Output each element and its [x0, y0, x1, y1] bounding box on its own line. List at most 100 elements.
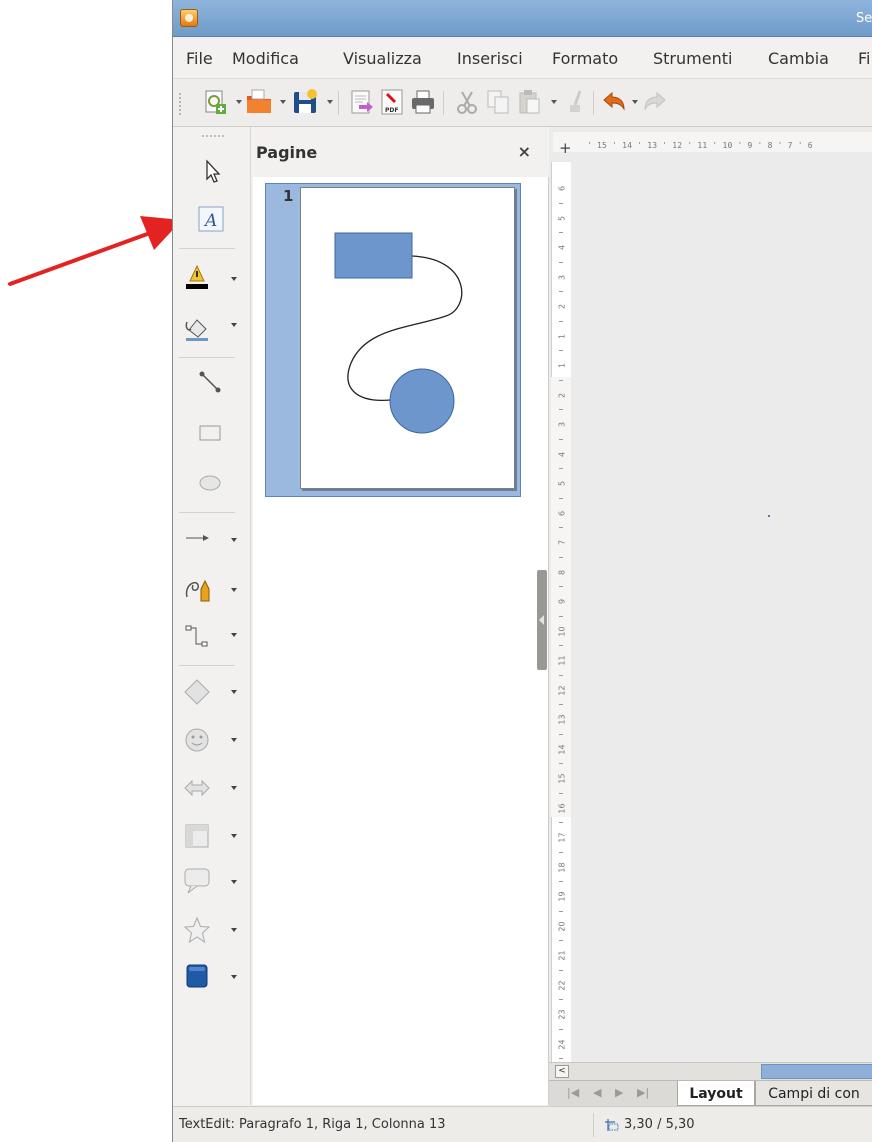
scrollbar-thumb[interactable] [761, 1064, 872, 1079]
page-preview [300, 187, 515, 489]
flowchart-dropdown[interactable] [231, 834, 237, 838]
status-bar: TextEdit: Paragrafo 1, Riga 1, Colonna 1… [173, 1106, 872, 1142]
line-color-dropdown[interactable] [231, 277, 237, 281]
block-arrows-dropdown[interactable] [231, 786, 237, 790]
window-title: Se [856, 11, 872, 26]
vertical-ruler-tick [559, 704, 563, 706]
vertical-ruler-number: 15 [557, 773, 567, 784]
vertical-ruler-tick [559, 320, 563, 322]
basic-shapes-dropdown[interactable] [231, 690, 237, 694]
curve-tool-icon[interactable] [182, 573, 212, 603]
tab-layout[interactable]: Layout [677, 1081, 755, 1106]
drawing-separator [179, 665, 235, 666]
rectangle-shape [334, 232, 413, 279]
vertical-ruler-tick [559, 763, 563, 765]
text-cursor [768, 515, 770, 517]
clone-formatting-icon[interactable] [561, 87, 589, 117]
copy-icon[interactable] [484, 87, 512, 117]
scroll-left-button[interactable]: < [555, 1065, 569, 1078]
vertical-ruler-number: 3 [557, 421, 567, 428]
vertical-ruler-tick [559, 379, 563, 381]
pages-pane-close-button[interactable]: × [518, 142, 531, 161]
vertical-ruler-tick [559, 910, 563, 912]
basic-shapes-icon[interactable] [182, 677, 212, 707]
drawing-separator [179, 248, 235, 249]
prev-tab-button[interactable]: ◀ [593, 1086, 601, 1099]
connector-tool-icon[interactable] [182, 621, 212, 651]
pane-splitter-handle[interactable] [537, 570, 547, 670]
line-tool-icon[interactable] [195, 367, 225, 397]
3d-objects-icon[interactable] [182, 961, 212, 991]
open-folder-icon[interactable] [245, 87, 273, 117]
save-icon[interactable] [291, 87, 319, 117]
menu-file[interactable]: File [186, 49, 213, 68]
new-dropdown-arrow[interactable] [236, 100, 242, 104]
next-tab-button[interactable]: ▶ [615, 1086, 623, 1099]
drawing-separator [179, 512, 235, 513]
select-pointer-icon[interactable] [197, 157, 227, 187]
toolbar-grip[interactable] [179, 93, 182, 115]
menu-finestra[interactable]: Fi [858, 49, 870, 68]
symbol-shapes-icon[interactable] [182, 725, 212, 755]
cut-icon[interactable] [453, 87, 481, 117]
vertical-ruler-number: 22 [557, 979, 567, 991]
undo-icon[interactable] [600, 87, 628, 117]
vertical-ruler-number: 6 [557, 185, 567, 192]
flowchart-icon[interactable] [182, 821, 212, 851]
menu-visualizza[interactable]: Visualizza [343, 49, 422, 68]
print-icon[interactable] [409, 87, 437, 117]
vertical-ruler-tick [559, 409, 563, 411]
edit-file-icon[interactable] [347, 87, 375, 117]
line-color-icon[interactable] [182, 261, 212, 291]
redo-icon[interactable] [641, 87, 669, 117]
drawing-toolbar: A [173, 127, 251, 1105]
last-tab-button[interactable]: ▶| [637, 1086, 649, 1099]
menu-formato[interactable]: Formato [552, 49, 618, 68]
app-icon [180, 9, 198, 27]
stars-dropdown[interactable] [231, 928, 237, 932]
page-thumbnail[interactable]: 1 [265, 183, 521, 497]
vertical-ruler-number: 20 [557, 920, 567, 932]
fill-color-icon[interactable] [182, 313, 212, 343]
impress-window: Se File Modifica Visualizza Inserisci Fo… [172, 0, 872, 1142]
3d-objects-dropdown[interactable] [231, 975, 237, 979]
vertical-ruler-tick [559, 1058, 563, 1060]
vertical-ruler-number: 7 [557, 539, 567, 546]
text-tool-glyph: A [198, 206, 224, 232]
callouts-icon[interactable] [182, 865, 212, 895]
new-document-icon[interactable] [201, 87, 229, 117]
arrow-line-icon[interactable] [182, 523, 212, 553]
vertical-ruler-tick [559, 202, 563, 204]
curve-dropdown[interactable] [231, 588, 237, 592]
arrow-line-dropdown[interactable] [231, 538, 237, 542]
undo-dropdown-arrow[interactable] [632, 100, 638, 104]
paste-dropdown-arrow[interactable] [551, 100, 557, 104]
drawing-toolbar-grip[interactable] [202, 135, 224, 138]
block-arrows-icon[interactable] [182, 773, 212, 803]
paste-icon[interactable] [515, 87, 543, 117]
symbol-shapes-dropdown[interactable] [231, 738, 237, 742]
rectangle-tool-icon[interactable] [195, 417, 225, 447]
first-tab-button[interactable]: |◀ [567, 1086, 579, 1099]
callouts-dropdown[interactable] [231, 880, 237, 884]
vertical-ruler-number: 2 [557, 392, 567, 398]
menu-inserisci[interactable]: Inserisci [457, 49, 523, 68]
vertical-ruler-number: 18 [557, 861, 567, 873]
menu-cambia[interactable]: Cambia [768, 49, 829, 68]
text-tool-icon[interactable]: A [196, 204, 226, 234]
export-pdf-icon[interactable]: PDF [378, 87, 406, 117]
ellipse-tool-icon[interactable] [195, 467, 225, 497]
stars-icon[interactable] [182, 915, 212, 945]
drawing-canvas[interactable]: + ' 15 ' 14 ' 13 ' 12 ' 11 ' 10 ' 9 ' 8 … [549, 127, 872, 1105]
menu-modifica[interactable]: Modifica [232, 49, 299, 68]
open-dropdown-arrow[interactable] [280, 100, 286, 104]
position-icon [605, 1119, 619, 1131]
menu-strumenti[interactable]: Strumenti [653, 49, 732, 68]
circle-shape [389, 368, 455, 434]
vertical-ruler-number: 17 [557, 832, 567, 843]
tab-campi-di-controllo[interactable]: Campi di con [755, 1081, 872, 1106]
horizontal-scrollbar[interactable]: < [549, 1062, 872, 1080]
fill-color-dropdown[interactable] [231, 323, 237, 327]
connector-dropdown[interactable] [231, 633, 237, 637]
save-dropdown-arrow[interactable] [327, 100, 333, 104]
